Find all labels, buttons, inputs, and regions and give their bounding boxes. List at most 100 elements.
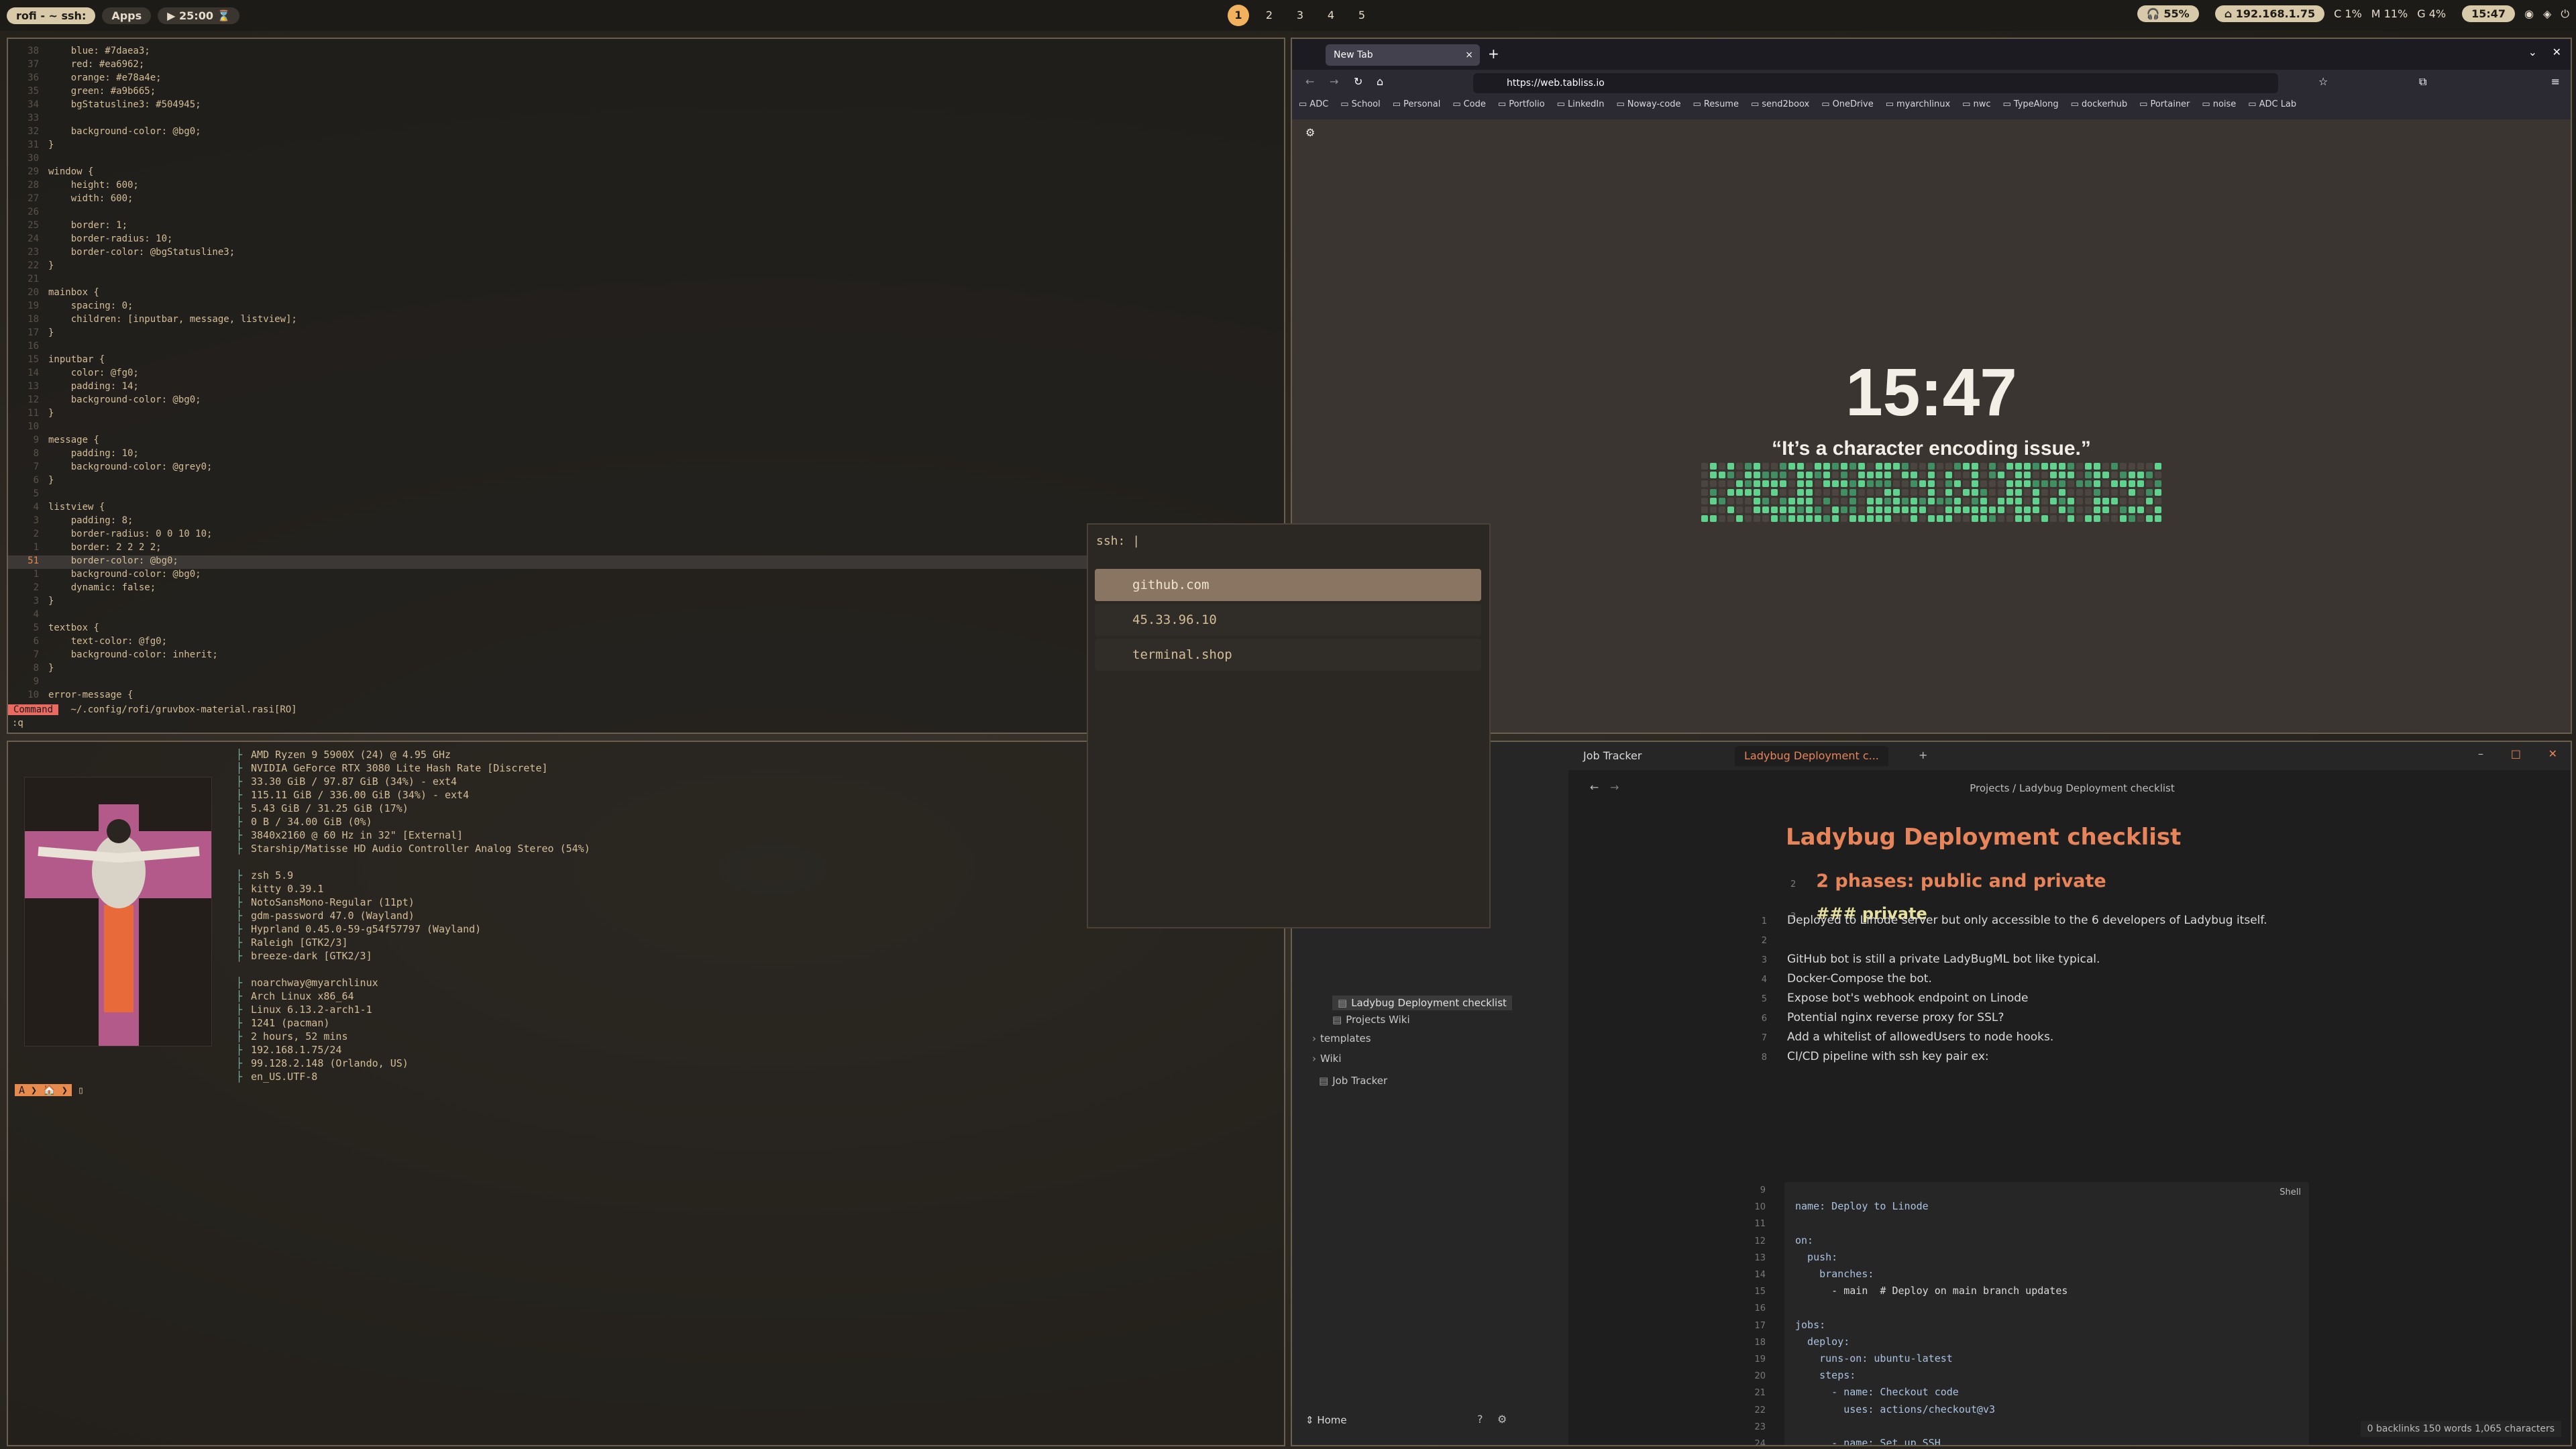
code-line[interactable]: 6 text-color: @fg0; bbox=[8, 636, 167, 649]
tree-item[interactable]: › templates bbox=[1312, 1032, 1371, 1044]
tab-ladybug-checklist[interactable]: Ladybug Deployment c... bbox=[1735, 746, 1888, 766]
code-line[interactable]: 5 bbox=[8, 488, 48, 502]
code-line[interactable]: 6} bbox=[8, 475, 54, 488]
tree-item[interactable]: ▤ Ladybug Deployment checklist bbox=[1332, 996, 1512, 1010]
battery-indicator[interactable]: 🎧 55% bbox=[2137, 5, 2199, 22]
new-tab-icon[interactable]: + bbox=[1488, 46, 1499, 62]
code-line[interactable]: 31} bbox=[8, 140, 54, 153]
bookmark-item[interactable]: ▭ TypeAlong bbox=[2003, 99, 2059, 109]
bookmark-item[interactable]: ▭ ADC bbox=[1299, 99, 1328, 109]
discord-icon[interactable]: ◉ bbox=[2524, 7, 2534, 20]
shell-prompt[interactable]: A ❯ 🏠 ❯ ▯ bbox=[15, 1084, 84, 1096]
code-line[interactable]: 38 blue: #7daea3; bbox=[8, 46, 150, 59]
bookmark-item[interactable]: ▭ myarchlinux bbox=[1886, 99, 1950, 109]
code-line[interactable]: 16 bbox=[8, 341, 48, 354]
maximize-icon[interactable]: □ bbox=[2511, 747, 2521, 760]
code-line[interactable]: 13 padding: 14; bbox=[8, 381, 139, 394]
code-line[interactable]: 27 width: 600; bbox=[8, 193, 133, 207]
code-line[interactable]: 10 bbox=[8, 421, 48, 435]
code-line[interactable]: 26 bbox=[8, 207, 48, 220]
code-line[interactable]: 10 error-message { bbox=[8, 690, 133, 703]
code-line[interactable]: 14 color: @fg0; bbox=[8, 368, 139, 381]
new-tab-icon[interactable]: + bbox=[1919, 749, 1927, 761]
code-block[interactable]: Shell 9 10 name: Deploy to Linode 11 12 on: 13… bbox=[1754, 1182, 2309, 1445]
code-line[interactable]: 20 mainbox { bbox=[8, 287, 99, 301]
url-bar[interactable]: https://web.tabliss.io bbox=[1473, 73, 2278, 93]
power-icon[interactable]: ⏻ bbox=[2561, 7, 2569, 21]
note-line[interactable]: 7 Add a whitelist of allowedUsers to node… bbox=[1748, 1030, 2054, 1044]
rofi-item[interactable]: 45.33.96.10 bbox=[1095, 604, 1481, 636]
bookmark-item[interactable]: ▭ Resume bbox=[1693, 99, 1739, 109]
extensions-icon[interactable]: ⧉ bbox=[2419, 75, 2426, 89]
bookmark-star-icon[interactable]: ☆ bbox=[2318, 75, 2328, 88]
code-line[interactable]: 7 background-color: inherit; bbox=[8, 649, 218, 663]
workspace-5[interactable]: 5 bbox=[1351, 5, 1373, 26]
code-line[interactable]: 17} bbox=[8, 327, 54, 341]
code-line[interactable]: 19 spacing: 0; bbox=[8, 301, 133, 314]
network-icon[interactable]: ◈ bbox=[2543, 7, 2551, 20]
code-line[interactable]: 9 message { bbox=[8, 435, 99, 448]
workspace-4[interactable]: 4 bbox=[1320, 5, 1342, 26]
note-line[interactable]: 6 Potential nginx reverse proxy for SSL? bbox=[1748, 1011, 2004, 1024]
vault-switcher[interactable]: ⇕ Home bbox=[1305, 1414, 1347, 1426]
pomodoro-timer[interactable]: ▶ 25:00 ⌛ bbox=[158, 7, 240, 24]
settings-icon[interactable]: ⚙ bbox=[1497, 1413, 1507, 1426]
note-line[interactable]: 8 CI/CD pipeline with ssh key pair ex: bbox=[1748, 1050, 1989, 1063]
code-line[interactable]: 29 window { bbox=[8, 166, 93, 180]
settings-icon[interactable]: ⚙ bbox=[1305, 126, 1315, 139]
code-line[interactable]: 3 padding: 8; bbox=[8, 515, 133, 529]
rofi-item[interactable]: terminal.shop bbox=[1095, 639, 1481, 671]
bookmark-item[interactable]: ▭ OneDrive bbox=[1821, 99, 1873, 109]
note-title[interactable]: Ladybug Deployment checklist bbox=[1786, 824, 2181, 851]
code-line[interactable]: 8} bbox=[8, 663, 54, 676]
code-line[interactable]: 4 bbox=[8, 609, 48, 623]
apps-button[interactable]: Apps bbox=[102, 7, 152, 24]
tree-item[interactable]: › Wiki bbox=[1312, 1053, 1342, 1065]
bookmark-item[interactable]: ▭ nwc bbox=[1962, 99, 1990, 109]
bookmark-item[interactable]: ▭ Noway-code bbox=[1616, 99, 1680, 109]
bookmark-item[interactable]: ▭ ADC Lab bbox=[2248, 99, 2296, 109]
code-line[interactable]: 35 green: #a9b665; bbox=[8, 86, 156, 99]
code-line[interactable]: 37 red: #ea6962; bbox=[8, 59, 144, 72]
code-line[interactable]: 2 dynamic: false; bbox=[8, 582, 156, 596]
code-line[interactable]: 11} bbox=[8, 408, 54, 421]
code-line[interactable]: 7 background-color: @grey0; bbox=[8, 462, 213, 475]
code-line[interactable]: 4 listview { bbox=[8, 502, 105, 515]
tree-item[interactable]: ▤ Job Tracker bbox=[1319, 1075, 1387, 1087]
code-line[interactable]: 8 padding: 10; bbox=[8, 448, 139, 462]
code-line[interactable]: 5 textbox { bbox=[8, 623, 99, 636]
tab-job-tracker[interactable]: Job Tracker bbox=[1574, 746, 1651, 766]
code-line[interactable]: 23 border-color: @bgStatusline3; bbox=[8, 247, 235, 260]
bookmark-item[interactable]: ▭ LinkedIn bbox=[1557, 99, 1605, 109]
bookmark-item[interactable]: ▭ dockerhub bbox=[2071, 99, 2128, 109]
code-line[interactable]: 3} bbox=[8, 596, 54, 609]
ip-indicator[interactable]: ⌂ 192.168.1.75 bbox=[2214, 5, 2325, 22]
bookmark-item[interactable]: ▭ Portfolio bbox=[1498, 99, 1545, 109]
bookmark-item[interactable]: ▭ Personal bbox=[1393, 99, 1441, 109]
note-line[interactable]: 5 Expose bot's webhook endpoint on Linode bbox=[1748, 991, 2029, 1005]
code-line[interactable]: 18 children: [inputbar, message, listvie… bbox=[8, 314, 297, 327]
bookmark-item[interactable]: ▭ School bbox=[1340, 99, 1380, 109]
home-icon[interactable]: ⌂ bbox=[1377, 75, 1383, 88]
code-line[interactable]: 34 bgStatusline3: #504945; bbox=[8, 99, 201, 113]
reload-icon[interactable]: ↻ bbox=[1354, 75, 1362, 88]
tree-item[interactable]: ▤ Projects Wiki bbox=[1332, 1014, 1410, 1026]
note-line[interactable]: 3 GitHub bot is still a private LadyBugML… bbox=[1748, 953, 2100, 966]
code-line[interactable]: 2 border-radius: 0 0 10 10; bbox=[8, 529, 213, 542]
browser-tab[interactable]: New Tab × bbox=[1326, 44, 1480, 66]
code-line[interactable]: 21 bbox=[8, 274, 48, 287]
bookmark-item[interactable]: ▭ Portainer bbox=[2139, 99, 2190, 109]
note-line[interactable]: 2 bbox=[1748, 933, 1787, 947]
code-line[interactable]: 9 bbox=[8, 676, 48, 690]
code-line[interactable]: 32 background-color: @bg0; bbox=[8, 126, 201, 140]
bookmark-item[interactable]: ▭ Code bbox=[1452, 99, 1486, 109]
code-line[interactable]: 30 bbox=[8, 153, 48, 166]
rofi-launcher[interactable]: ssh: | github.com 45.33.96.10 terminal.sho… bbox=[1087, 523, 1491, 928]
menu-icon[interactable]: ≡ bbox=[2551, 75, 2560, 88]
minimize-icon[interactable]: – bbox=[2478, 747, 2483, 760]
help-icon[interactable]: ? bbox=[1477, 1413, 1483, 1426]
note-line[interactable]: 4 Docker-Compose the bot. bbox=[1748, 972, 1932, 985]
close-icon[interactable]: × bbox=[1465, 44, 1473, 66]
code-line[interactable]: 1 border: 2 2 2 2; bbox=[8, 542, 162, 555]
rofi-input[interactable]: ssh: | bbox=[1096, 534, 1140, 548]
